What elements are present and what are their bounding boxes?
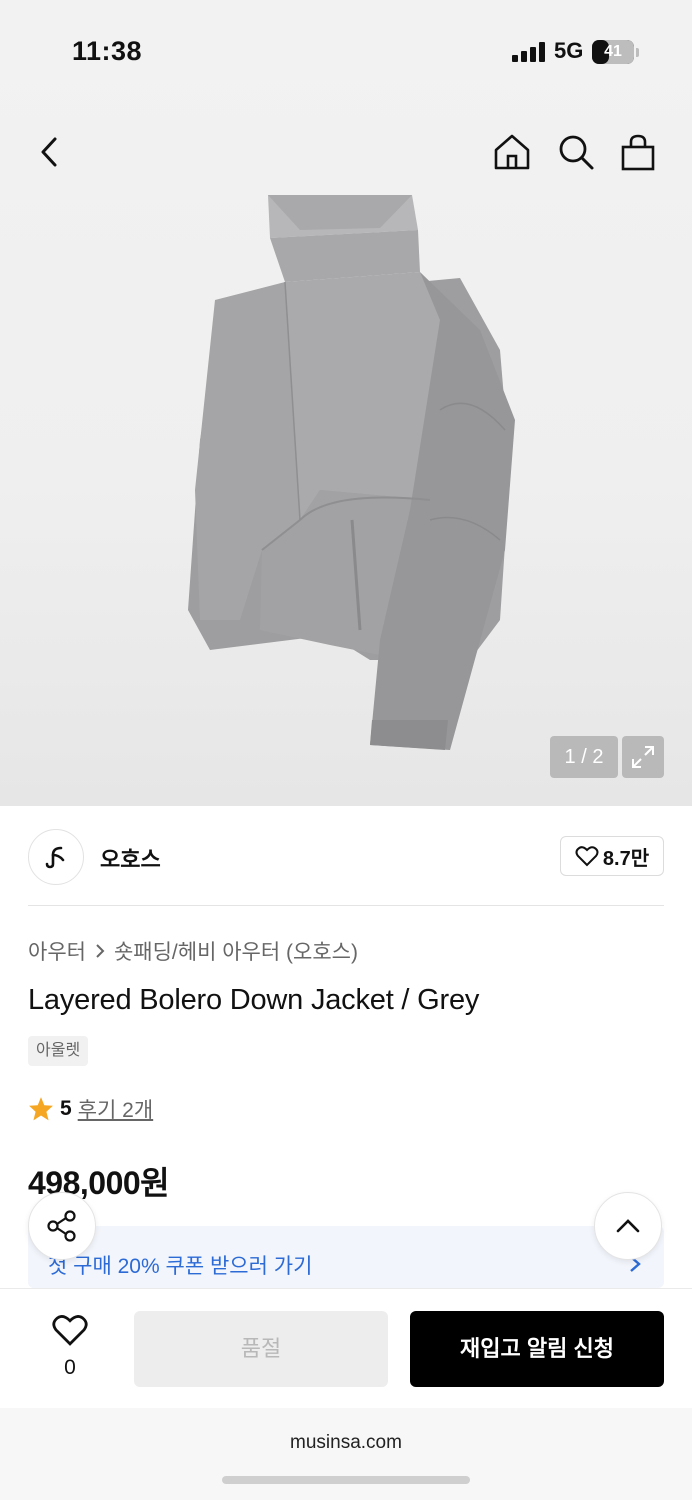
wish-button[interactable]: 0	[40, 1313, 100, 1380]
brand-logo-icon	[45, 846, 65, 869]
breadcrumb-category[interactable]: 아우터	[28, 936, 86, 966]
home-icon	[494, 134, 530, 170]
coupon-banner[interactable]: 첫 구매 20% 쿠폰 받으러 가기	[28, 1226, 664, 1288]
network-type: 5G	[554, 38, 584, 63]
breadcrumb: 아우터 숏패딩/헤비 아우터 (오호스)	[28, 936, 358, 966]
share-button[interactable]	[28, 1192, 96, 1260]
product-hero: 11:38 5G 41 1 / 2	[0, 0, 692, 806]
status-bar: 11:38 5G 41	[0, 0, 692, 100]
heart-icon	[575, 846, 599, 867]
search-button[interactable]	[552, 128, 600, 176]
status-time: 11:38	[72, 36, 143, 66]
star-icon	[29, 1097, 53, 1121]
scroll-top-button[interactable]	[594, 1192, 662, 1260]
battery-icon: 41	[592, 40, 634, 64]
divider	[28, 905, 664, 906]
battery-level: 41	[604, 43, 622, 60]
product-title: Layered Bolero Down Jacket / Grey	[28, 984, 480, 1016]
breadcrumb-subcategory[interactable]: 숏패딩/헤비 아우터 (오호스)	[114, 936, 358, 966]
signal-icon	[512, 42, 548, 62]
shopping-bag-icon	[621, 134, 655, 171]
chevron-right-icon	[96, 944, 105, 958]
brand-like-count: 8.7만	[602, 847, 650, 870]
brand-like-button[interactable]: 8.7만	[560, 836, 664, 876]
url-bar[interactable]: musinsa.com	[0, 1432, 692, 1454]
expand-image-button[interactable]	[622, 736, 664, 778]
home-indicator	[222, 1476, 470, 1484]
brand-row: 오호스 8.7만	[28, 826, 664, 888]
back-button[interactable]	[26, 128, 74, 176]
outlet-badge: 아울렛	[28, 1036, 89, 1066]
browser-bar: musinsa.com	[0, 1408, 692, 1500]
rating: 5 후기 2개	[28, 1094, 153, 1124]
share-icon	[47, 1210, 76, 1242]
battery-cap	[636, 48, 639, 57]
expand-icon	[632, 746, 654, 768]
chevron-up-icon	[616, 1219, 640, 1233]
top-nav	[0, 120, 692, 184]
coupon-text: 첫 구매 20% 쿠폰 받으러 가기	[48, 1255, 313, 1278]
wish-count: 0	[64, 1356, 76, 1379]
bottom-action-bar: 0 품절 재입고 알림 신청	[0, 1288, 692, 1406]
back-icon	[41, 137, 57, 167]
search-icon	[559, 135, 594, 170]
restock-alert-button[interactable]: 재입고 알림 신청	[410, 1311, 664, 1387]
heart-icon	[52, 1315, 88, 1346]
soldout-button: 품절	[134, 1311, 388, 1387]
rating-score: 5	[60, 1097, 72, 1120]
cart-button[interactable]	[614, 128, 662, 176]
product-image[interactable]	[0, 190, 692, 806]
brand-name[interactable]: 오호스	[100, 842, 161, 874]
brand-logo[interactable]	[28, 829, 84, 885]
review-link[interactable]: 후기 2개	[78, 1094, 153, 1124]
home-button[interactable]	[488, 128, 536, 176]
image-counter: 1 / 2	[550, 736, 618, 778]
